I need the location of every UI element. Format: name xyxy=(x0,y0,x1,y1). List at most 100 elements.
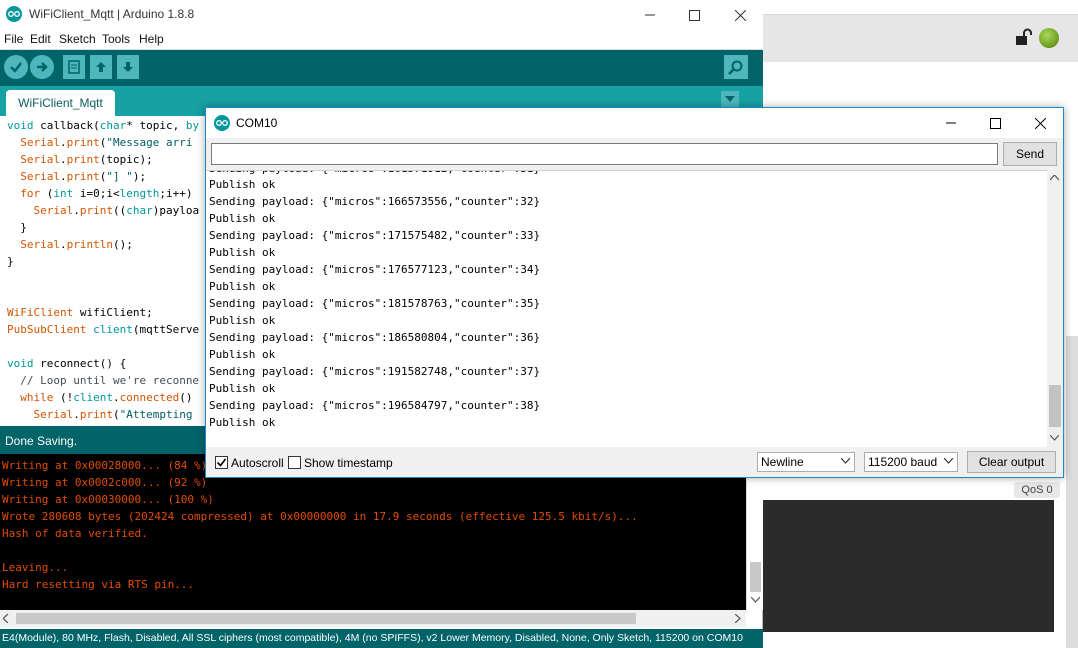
console-line: Writing at 0x00030000... (100 %) xyxy=(2,493,214,506)
serial-options-bar: Autoscroll Show timestamp Newline 115200… xyxy=(206,447,1063,477)
arrow-right-icon xyxy=(37,62,48,72)
menu-help[interactable]: Help xyxy=(139,32,164,46)
baud-rate-select[interactable]: 115200 baud xyxy=(864,452,958,472)
chevron-down-icon[interactable] xyxy=(1050,435,1059,441)
chevron-up-icon[interactable] xyxy=(1050,175,1059,181)
serial-output-area[interactable]: Sending payload: {"micros":161571912,"co… xyxy=(206,170,1047,447)
menu-file[interactable]: File xyxy=(4,32,23,46)
arduino-logo-icon xyxy=(214,115,230,131)
chevron-down-icon xyxy=(841,458,850,464)
output-line: Sending payload: {"micros":181578763,"co… xyxy=(209,297,541,310)
serial-minimize-button[interactable] xyxy=(928,108,974,138)
output-line: Publish ok xyxy=(209,212,276,225)
board-info: (Module), 80 MHz, Flash, Disabled, All S… xyxy=(14,632,743,644)
serial-close-button[interactable] xyxy=(1017,108,1063,138)
serial-send-input[interactable] xyxy=(211,143,998,165)
console-line: Writing at 0x0002c000... (92 %) xyxy=(2,476,208,489)
menu-edit[interactable]: Edit xyxy=(30,32,51,46)
baud-rate-value: 115200 baud xyxy=(868,455,938,469)
output-line: Sending payload: {"micros":171575482,"co… xyxy=(209,229,541,242)
autoscroll-label[interactable]: Autoscroll xyxy=(231,456,284,470)
close-icon xyxy=(1034,117,1046,129)
scrollbar-thumb[interactable] xyxy=(1049,385,1061,427)
code-line: Serial.print(topic); xyxy=(20,153,153,166)
board-info-prefix: E4 xyxy=(2,632,15,644)
save-arrow-down-icon xyxy=(123,62,133,72)
output-line: Publish ok xyxy=(209,246,276,259)
message-panel xyxy=(762,500,1054,632)
send-button[interactable]: Send xyxy=(1003,142,1057,166)
ide-toolbar xyxy=(0,50,763,86)
chevron-down-icon xyxy=(725,96,735,102)
minimize-icon xyxy=(946,122,956,124)
console-line: Wrote 280608 bytes (202424 compressed) a… xyxy=(2,510,638,523)
output-line: Sending payload: {"micros":191582748,"co… xyxy=(209,365,541,378)
output-line: Sending payload: {"micros":186580804,"co… xyxy=(209,331,541,344)
serial-window-title: COM10 xyxy=(236,116,278,130)
qos-badge[interactable]: QoS 0 xyxy=(1014,482,1060,498)
autoscroll-checkbox[interactable] xyxy=(215,456,228,469)
code-line: WiFiClient wifiClient; xyxy=(7,306,153,319)
minimize-button[interactable] xyxy=(627,0,673,30)
ide-window-title: WiFiClient_Mqtt | Arduino 1.8.8 xyxy=(29,7,195,21)
output-line: Sending payload: {"micros":196584797,"co… xyxy=(209,399,541,412)
save-sketch-button[interactable] xyxy=(117,55,139,79)
tab-label: WiFiClient_Mqtt xyxy=(18,96,103,110)
output-line: Publish ok xyxy=(209,178,276,191)
code-line: Serial.print("Message arri xyxy=(20,136,193,149)
menu-tools[interactable]: Tools xyxy=(102,32,130,46)
check-icon xyxy=(10,62,22,73)
ide-title-bar: WiFiClient_Mqtt | Arduino 1.8.8 xyxy=(0,0,763,30)
clear-output-button[interactable]: Clear output xyxy=(967,451,1056,473)
unlock-icon[interactable] xyxy=(1014,28,1032,46)
line-ending-select[interactable]: Newline xyxy=(757,452,855,472)
close-button[interactable] xyxy=(717,0,763,30)
close-icon xyxy=(734,9,746,21)
serial-maximize-button[interactable] xyxy=(972,108,1018,138)
arduino-logo-icon xyxy=(6,6,22,22)
console-horizontal-scrollbar[interactable] xyxy=(0,610,746,627)
serial-monitor-button[interactable] xyxy=(724,55,748,79)
menu-sketch[interactable]: Sketch xyxy=(59,32,96,46)
code-line: void callback(char* topic, by xyxy=(7,119,200,132)
serial-title-bar: COM10 xyxy=(206,108,1063,138)
code-line: // Loop until we're reconne xyxy=(20,374,200,387)
console-line: Hard resetting via RTS pin... xyxy=(2,578,195,591)
show-timestamp-checkbox[interactable] xyxy=(288,456,301,469)
maximize-icon xyxy=(989,117,1001,129)
tab-menu-button[interactable] xyxy=(721,91,739,107)
tab-wificlient-mqtt[interactable]: WiFiClient_Mqtt xyxy=(6,90,115,116)
chevron-left-icon[interactable] xyxy=(3,614,9,623)
code-line: PubSubClient client(mqttServe xyxy=(7,323,200,336)
background-scrollbar[interactable] xyxy=(1066,336,1078,648)
verify-button[interactable] xyxy=(4,55,28,79)
upload-button[interactable] xyxy=(30,55,54,79)
checkmark-icon xyxy=(216,458,227,467)
open-sketch-button[interactable] xyxy=(90,55,112,79)
code-line: for (int i=0;i<length;i++) xyxy=(20,187,193,200)
ide-menu-bar: File Edit Sketch Tools Help xyxy=(0,30,763,50)
maximize-icon xyxy=(688,9,700,21)
show-timestamp-label[interactable]: Show timestamp xyxy=(304,456,393,470)
code-line: } xyxy=(7,255,14,268)
board-info-bar: E4(Module), 80 MHz, Flash, Disabled, All… xyxy=(0,629,763,648)
code-line: Serial.print("Attempting xyxy=(33,408,193,421)
minimize-icon xyxy=(645,14,655,16)
output-line: Publish ok xyxy=(209,416,276,429)
new-sketch-button[interactable] xyxy=(63,55,85,79)
scrollbar-thumb[interactable] xyxy=(750,562,761,592)
status-message: Done Saving. xyxy=(5,434,78,448)
maximize-button[interactable] xyxy=(671,0,717,30)
output-line: Publish ok xyxy=(209,348,276,361)
chevron-right-icon[interactable] xyxy=(735,614,741,623)
serial-monitor-window: COM10 Send Sending payload: {"micros":16… xyxy=(205,107,1064,478)
serial-vertical-scrollbar[interactable] xyxy=(1047,170,1063,447)
code-line: } xyxy=(7,221,27,234)
new-file-icon xyxy=(68,60,80,74)
scrollbar-thumb[interactable] xyxy=(16,613,636,624)
magnifier-icon xyxy=(728,60,743,75)
console-line: Leaving... xyxy=(2,561,69,574)
output-line: Publish ok xyxy=(209,382,276,395)
output-line: Sending payload: {"micros":166573556,"co… xyxy=(209,195,541,208)
chevron-down-icon[interactable] xyxy=(751,597,760,603)
